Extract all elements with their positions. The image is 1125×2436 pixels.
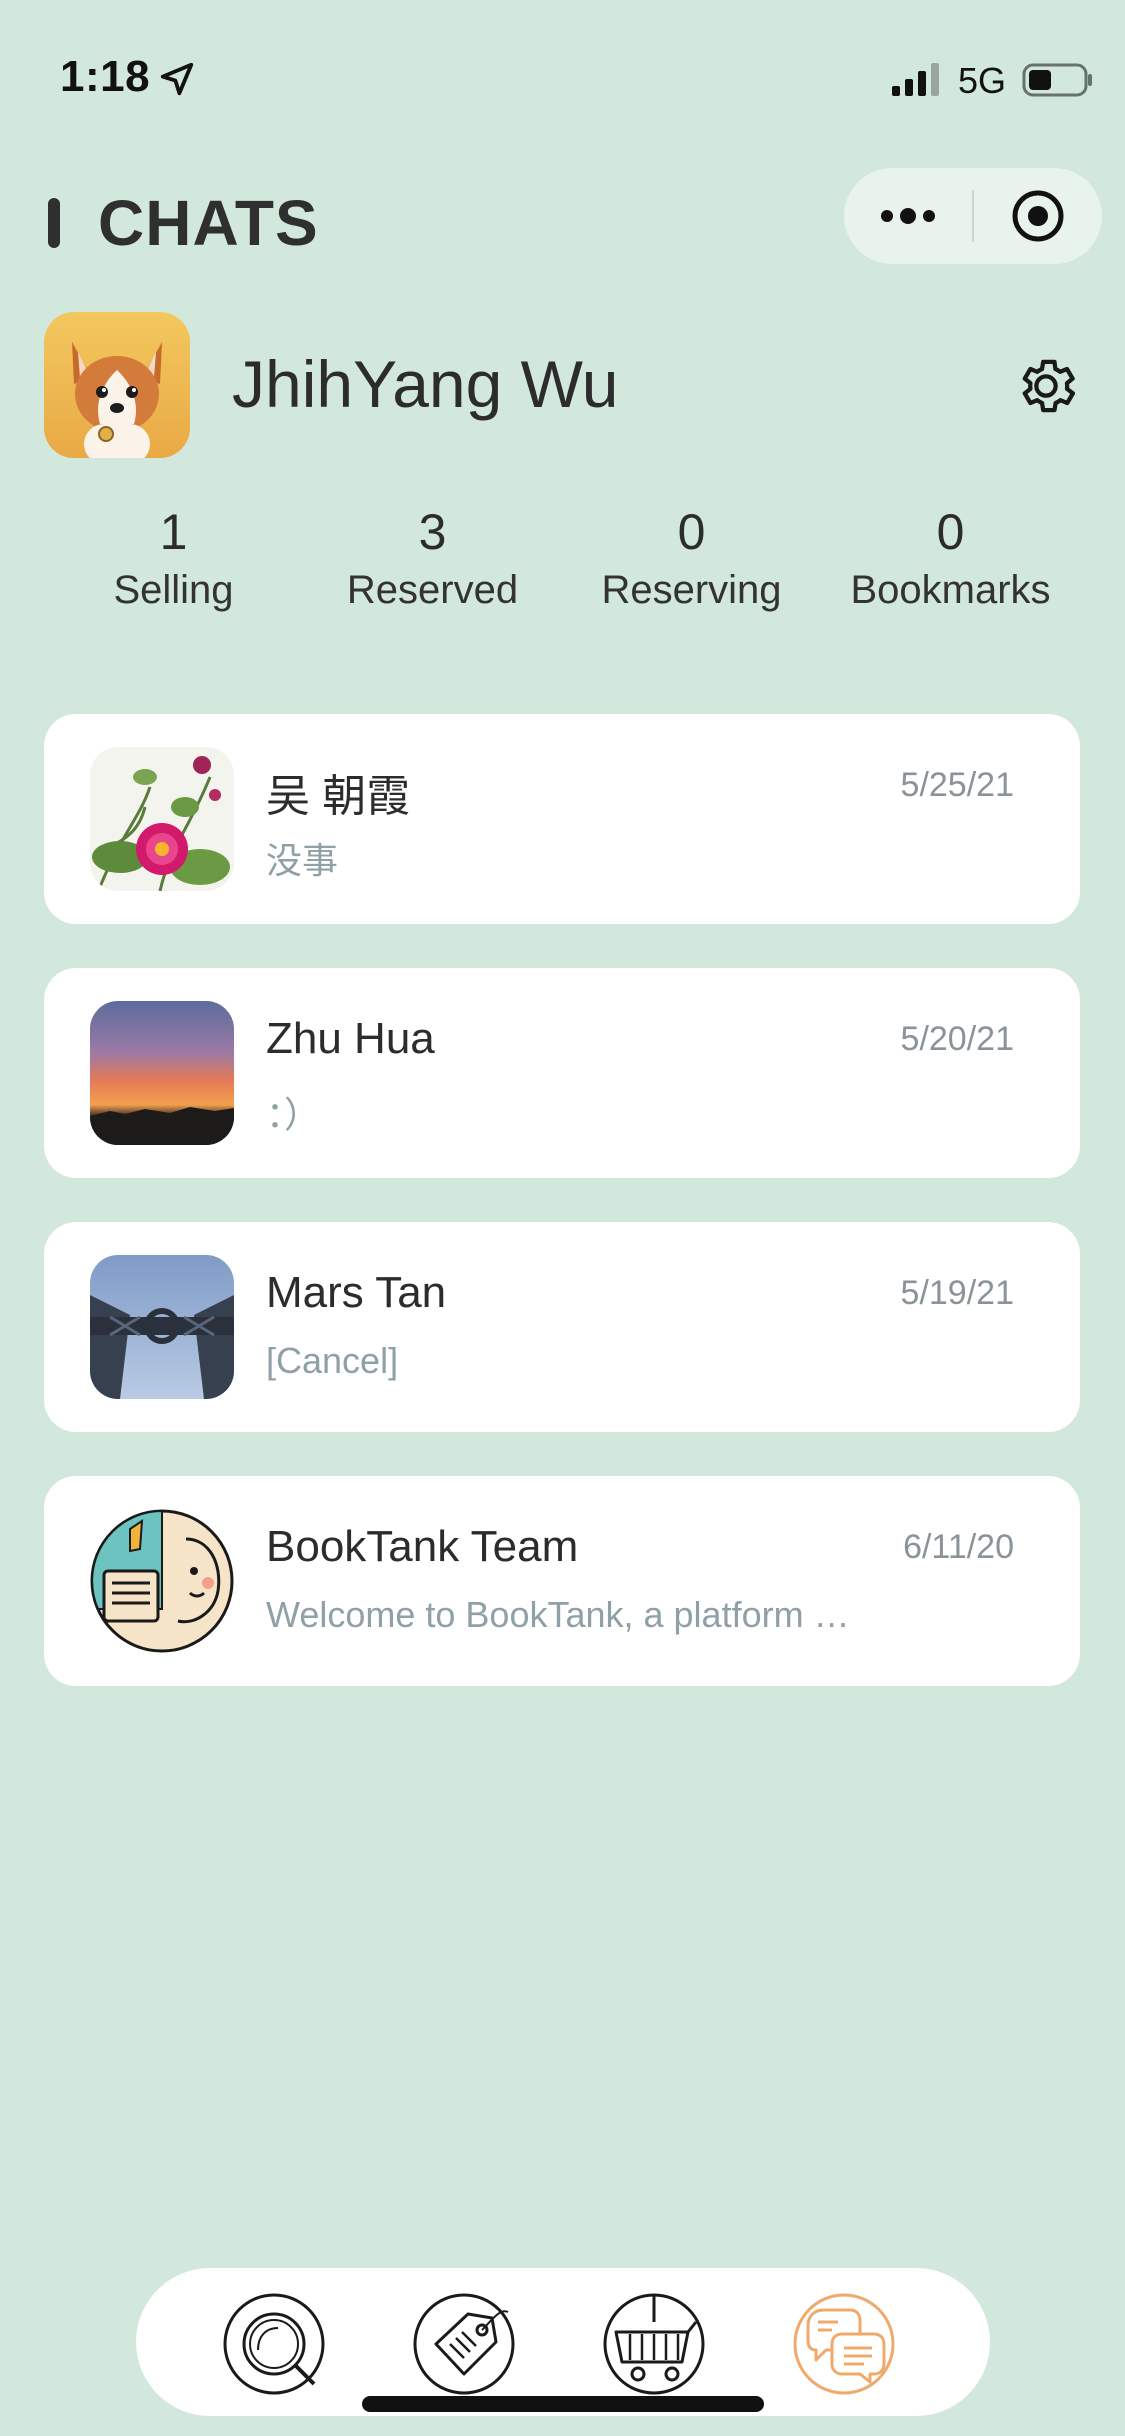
chat-thumbnail [90,747,234,891]
chat-list: 吴 朝霞 5/25/21 没事 Zhu Hua 5/20/21 ：） Mars … [44,714,1080,1730]
home-indicator [362,2396,764,2412]
chat-item[interactable]: 吴 朝霞 5/25/21 没事 [44,714,1080,924]
close-button[interactable] [974,168,1102,264]
tab-search[interactable] [222,2292,326,2396]
network-label: 5G [958,60,1007,101]
tab-bar [136,2268,990,2416]
tab-sell[interactable] [412,2292,516,2396]
chat-thumbnail [90,1509,234,1653]
chat-thumbnail [90,1255,234,1399]
stat-value: 1 [159,504,188,560]
tab-cart[interactable] [602,2292,706,2396]
status-bar: 1:18 5G [0,0,1125,150]
chat-preview: [Cancel] [266,1340,399,1381]
battery-icon [1022,63,1092,97]
sunset-photo-icon [90,1001,234,1145]
corgi-avatar-icon [44,312,190,458]
stat-value: 0 [677,504,706,560]
chat-name: Zhu Hua [266,1014,435,1063]
stat-label: Reserving [601,568,782,612]
stat-value: 3 [418,504,447,560]
stat-value: 0 [936,504,965,560]
page-title: CHATS [98,187,319,259]
chat-name: BookTank Team [266,1522,579,1571]
booktank-logo-icon [90,1509,234,1653]
chat-item[interactable]: BookTank Team 6/11/20 Welcome to BookTan… [44,1476,1080,1686]
sell-tag-tab-icon [413,2293,515,2395]
avatar[interactable] [44,312,190,458]
title-accent-bar [48,198,60,248]
more-dots-icon [881,208,935,224]
chat-date: 5/20/21 [900,1020,1014,1058]
user-stats: 1 Selling 3 Reserved 0 Reserving 0 Bookm… [44,500,1080,630]
stat-label: Reserved [346,568,519,612]
chat-preview: Welcome to BookTank, a platform … [266,1594,850,1635]
chat-thumbnail [90,1001,234,1145]
status-time: 1:18 [60,52,151,101]
bridge-sky-photo-icon [90,1255,234,1399]
stat-label: Bookmarks [850,568,1051,612]
chat-preview: ：） [266,1094,321,1135]
stat-selling[interactable]: 1 Selling [44,500,303,630]
cart-tab-icon [603,2293,705,2395]
tab-chats[interactable] [792,2292,896,2396]
chat-preview: 没事 [266,840,339,881]
close-target-icon [1012,190,1064,242]
chats-tab-icon [793,2293,895,2395]
stat-reserved[interactable]: 3 Reserved [303,500,562,630]
gear-icon[interactable] [1012,352,1080,420]
chat-date: 5/19/21 [900,1274,1014,1312]
stat-label: Selling [113,568,234,612]
chat-item[interactable]: Zhu Hua 5/20/21 ：） [44,968,1080,1178]
chat-name: 吴 朝霞 [266,772,411,821]
signal-icon [892,63,939,96]
more-button[interactable] [844,168,972,264]
search-tab-icon [223,2293,325,2395]
chat-item[interactable]: Mars Tan 5/19/21 [Cancel] [44,1222,1080,1432]
pink-flower-photo-icon [90,747,234,891]
stat-bookmarks[interactable]: 0 Bookmarks [821,500,1080,630]
chat-name: Mars Tan [266,1268,447,1317]
mini-program-capsule [844,168,1102,264]
chat-date: 5/25/21 [900,766,1014,804]
chat-date: 6/11/20 [903,1528,1014,1566]
stat-reserving[interactable]: 0 Reserving [562,500,821,630]
location-arrow-icon [160,62,194,96]
user-name: JhihYang Wu [232,347,619,421]
